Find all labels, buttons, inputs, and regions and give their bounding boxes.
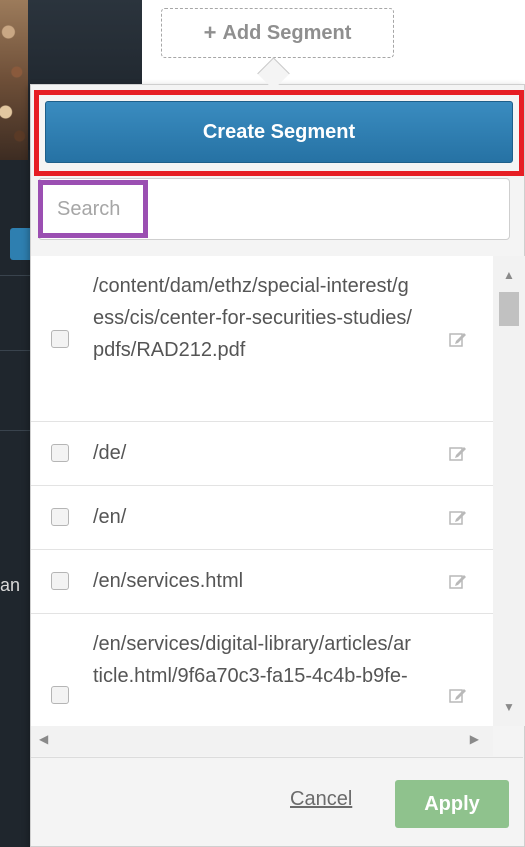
apply-button[interactable]: Apply (395, 780, 509, 828)
segment-checkbox[interactable] (51, 508, 69, 526)
background-text-fragment: an (0, 575, 21, 595)
scroll-up-icon[interactable]: ▲ (503, 268, 515, 282)
list-item[interactable]: /content/dam/ethz/special-interest/gess/… (31, 256, 493, 422)
segment-checkbox[interactable] (51, 572, 69, 590)
segment-list: /content/dam/ethz/special-interest/gess/… (31, 256, 493, 726)
edit-icon[interactable] (449, 572, 467, 590)
create-segment-button[interactable]: Create Segment (45, 101, 513, 163)
segment-checkbox[interactable] (51, 444, 69, 462)
segment-checkbox[interactable] (51, 330, 69, 348)
scrollbar-thumb[interactable] (499, 292, 519, 326)
cancel-link[interactable]: Cancel (290, 788, 352, 811)
segment-label: /en/services/digital-library/articles/ar… (93, 633, 411, 687)
list-item[interactable]: /en/services.html (31, 550, 493, 614)
background-photo (0, 0, 28, 160)
list-item[interactable]: /en/services/digital-library/articles/ar… (31, 614, 493, 726)
create-segment-highlight: Create Segment (34, 90, 524, 176)
edit-icon[interactable] (449, 686, 467, 704)
segment-checkbox[interactable] (51, 686, 69, 704)
list-item[interactable]: /en/ (31, 486, 493, 550)
background-divider (0, 275, 32, 276)
footer-divider (31, 757, 523, 758)
vertical-scrollbar[interactable]: ▲ ▼ (493, 256, 525, 726)
edit-icon[interactable] (449, 330, 467, 348)
segment-label: /en/ (93, 506, 127, 528)
scroll-left-icon[interactable]: ◀ (39, 732, 48, 746)
background-divider (0, 430, 32, 431)
horizontal-scrollbar[interactable]: ◀ ▶ (31, 726, 493, 756)
scroll-down-icon[interactable]: ▼ (503, 700, 515, 714)
add-segment-button[interactable]: + Add Segment (161, 8, 394, 58)
scroll-right-icon[interactable]: ▶ (470, 732, 479, 746)
edit-icon[interactable] (449, 508, 467, 526)
edit-icon[interactable] (449, 444, 467, 462)
segment-label: /en/services.html (93, 570, 244, 592)
segment-label: /content/dam/ethz/special-interest/gess/… (93, 275, 412, 361)
background-divider (0, 350, 32, 351)
list-item[interactable]: /de/ (31, 422, 493, 486)
segment-label: /de/ (93, 442, 127, 464)
search-input[interactable]: Search (38, 180, 148, 238)
add-segment-label: Add Segment (222, 21, 352, 44)
plus-icon: + (203, 20, 217, 45)
